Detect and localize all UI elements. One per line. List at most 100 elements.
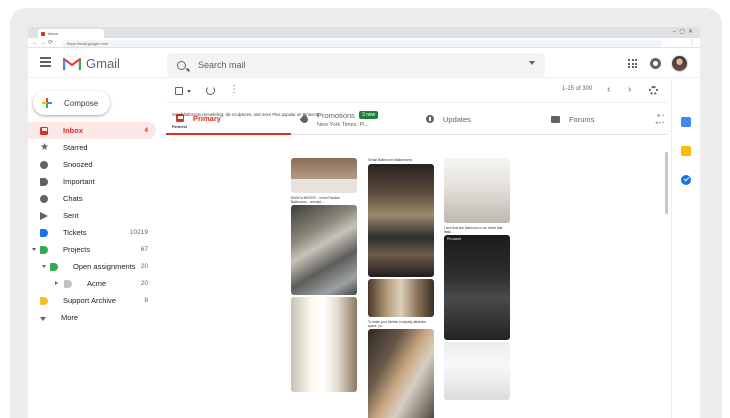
label-icon xyxy=(40,296,48,305)
sidebar-item-projects[interactable]: Projects 67 xyxy=(28,241,156,258)
chevron-down-icon[interactable] xyxy=(42,265,46,268)
message-subject[interactable]: Small bathroom remodeling, tile sculptur… xyxy=(172,112,319,117)
label-count: 10219 xyxy=(129,229,148,236)
browser-window: Inbox –▢✕ ←→⟳ https://mail.google.com ⋮ … xyxy=(28,27,700,418)
pin-image[interactable] xyxy=(368,279,434,317)
browser-tab-title: Inbox xyxy=(48,31,58,36)
pin-column: BIANCA MINTER... mirror Fashion Bathroom… xyxy=(291,158,357,394)
refresh-icon[interactable] xyxy=(206,86,215,95)
calendar-icon[interactable] xyxy=(681,117,691,127)
tab-promotions[interactable]: Promotions 3 new New York Times, Pi... xyxy=(291,103,416,135)
tab-senders: New York Times, Pi... xyxy=(317,121,369,128)
main-menu-icon[interactable] xyxy=(40,57,51,68)
sidebar: Compose Inbox 4 ★ Starred Snoozed Import… xyxy=(28,79,158,418)
sidebar-item-starred[interactable]: ★ Starred xyxy=(28,139,156,156)
pin-image[interactable] xyxy=(368,164,434,277)
info-icon xyxy=(426,115,434,123)
sidebar-item-support-archive[interactable]: Support Archive 8 xyxy=(28,292,156,309)
chat-icon xyxy=(40,194,48,203)
search-input[interactable] xyxy=(198,60,498,70)
clock-icon xyxy=(40,160,48,169)
tasks-icon[interactable] xyxy=(681,175,691,185)
label-icon xyxy=(50,262,58,271)
sidebar-item-open-assignments[interactable]: Open assignments 20 xyxy=(28,258,156,275)
sender-name: Pinterest xyxy=(172,125,187,129)
scrollbar[interactable] xyxy=(665,152,668,214)
plus-icon xyxy=(42,98,52,108)
gear-icon[interactable] xyxy=(649,86,658,95)
mail-toolbar: ⋮ 1-15 of 300 ‹ › xyxy=(166,79,668,103)
tab-primary[interactable]: Primary xyxy=(166,103,291,135)
chevron-left-icon[interactable]: ‹ xyxy=(607,84,610,96)
sidebar-item-label: Chats xyxy=(63,194,83,203)
pin-column: Small Bathroom Makeovers To make your ki… xyxy=(368,158,434,418)
pin-image[interactable] xyxy=(444,158,510,223)
chevron-down-icon xyxy=(40,316,46,321)
label-icon xyxy=(40,245,48,254)
select-all-checkbox[interactable] xyxy=(175,87,183,95)
pin-image[interactable] xyxy=(291,158,357,193)
gmail-logo[interactable]: Gmail xyxy=(63,56,120,71)
sidebar-item-sent[interactable]: Sent xyxy=(28,207,156,224)
sidebar-item-label: Acme xyxy=(87,279,107,288)
sidebar-item-label: Snoozed xyxy=(63,160,93,169)
label-count: 67 xyxy=(140,246,148,253)
message-actions[interactable]: ★ ▪ ◂ ▪ ▪ xyxy=(655,113,664,127)
sidebar-item-acme[interactable]: Acme 20 xyxy=(28,275,156,292)
new-count-badge: 3 new xyxy=(358,111,379,119)
side-panel xyxy=(671,79,700,418)
select-options-icon[interactable] xyxy=(187,90,191,93)
sidebar-item-important[interactable]: Important xyxy=(28,173,156,190)
pin-image[interactable] xyxy=(291,205,357,295)
pin-image[interactable] xyxy=(368,329,434,418)
label-icon xyxy=(64,279,72,288)
search-icon[interactable] xyxy=(177,60,186,70)
tab-label: Forums xyxy=(569,114,595,124)
tab-label: Updates xyxy=(443,114,471,124)
browser-menu-icon[interactable]: ⋮ xyxy=(689,38,695,48)
category-tabs: Primary Promotions 3 new New York Times,… xyxy=(166,103,668,135)
sidebar-item-snoozed[interactable]: Snoozed xyxy=(28,156,156,173)
pin-image[interactable]: Pin saved xyxy=(444,235,510,340)
message-sender[interactable]: Pinterest xyxy=(172,125,187,129)
chevron-down-icon[interactable] xyxy=(32,248,36,251)
pin-image[interactable] xyxy=(444,342,510,400)
browser-tab-strip: Inbox –▢✕ xyxy=(28,27,700,38)
sidebar-item-more[interactable]: More xyxy=(28,309,156,326)
keep-icon[interactable] xyxy=(681,146,691,156)
tab-updates[interactable]: Updates xyxy=(416,103,541,135)
support-icon[interactable] xyxy=(650,58,661,69)
app-name: Gmail xyxy=(86,56,120,71)
sidebar-item-label: Important xyxy=(63,177,95,186)
chevron-right-icon[interactable]: › xyxy=(628,84,631,96)
sidebar-item-label: Sent xyxy=(63,211,79,220)
pin-caption: I love that one bathroom in our home tha… xyxy=(444,226,503,234)
window-controls[interactable]: –▢✕ xyxy=(673,28,696,35)
sidebar-item-tickets[interactable]: Tickets 10219 xyxy=(28,224,156,241)
pin-image[interactable] xyxy=(291,297,357,392)
avatar[interactable] xyxy=(671,55,688,72)
address-bar-row: ←→⟳ https://mail.google.com ⋮ xyxy=(28,38,700,48)
compose-button[interactable]: Compose xyxy=(33,91,110,115)
address-bar[interactable]: https://mail.google.com xyxy=(62,39,662,47)
browser-tab[interactable]: Inbox xyxy=(38,29,104,38)
gmail-m-icon xyxy=(63,57,81,70)
tab-forums[interactable]: Forums xyxy=(541,103,666,135)
star-icon: ★ xyxy=(40,141,49,153)
sidebar-item-label: Open assignments xyxy=(73,262,136,271)
chevron-right-icon[interactable] xyxy=(55,281,58,285)
sidebar-item-chats[interactable]: Chats xyxy=(28,190,156,207)
search-bar[interactable] xyxy=(167,53,545,77)
pin-column: I love that one bathroom in our home tha… xyxy=(444,158,510,402)
sidebar-item-inbox[interactable]: Inbox 4 xyxy=(28,122,156,139)
pin-caption: BIANCA MINTER... mirror Fashion Bathroom… xyxy=(291,196,340,204)
label-icon xyxy=(40,228,48,237)
send-icon xyxy=(40,211,48,220)
browser-nav-buttons[interactable]: ←→⟳ xyxy=(32,38,55,48)
more-options-icon[interactable]: ⋮ xyxy=(229,84,239,96)
sidebar-item-label: Tickets xyxy=(63,228,87,237)
apps-grid-icon[interactable] xyxy=(628,59,637,68)
search-options-icon[interactable] xyxy=(529,61,535,65)
email-pin-grid: BIANCA MINTER... mirror Fashion Bathroom… xyxy=(291,158,511,418)
compose-label: Compose xyxy=(64,98,99,108)
